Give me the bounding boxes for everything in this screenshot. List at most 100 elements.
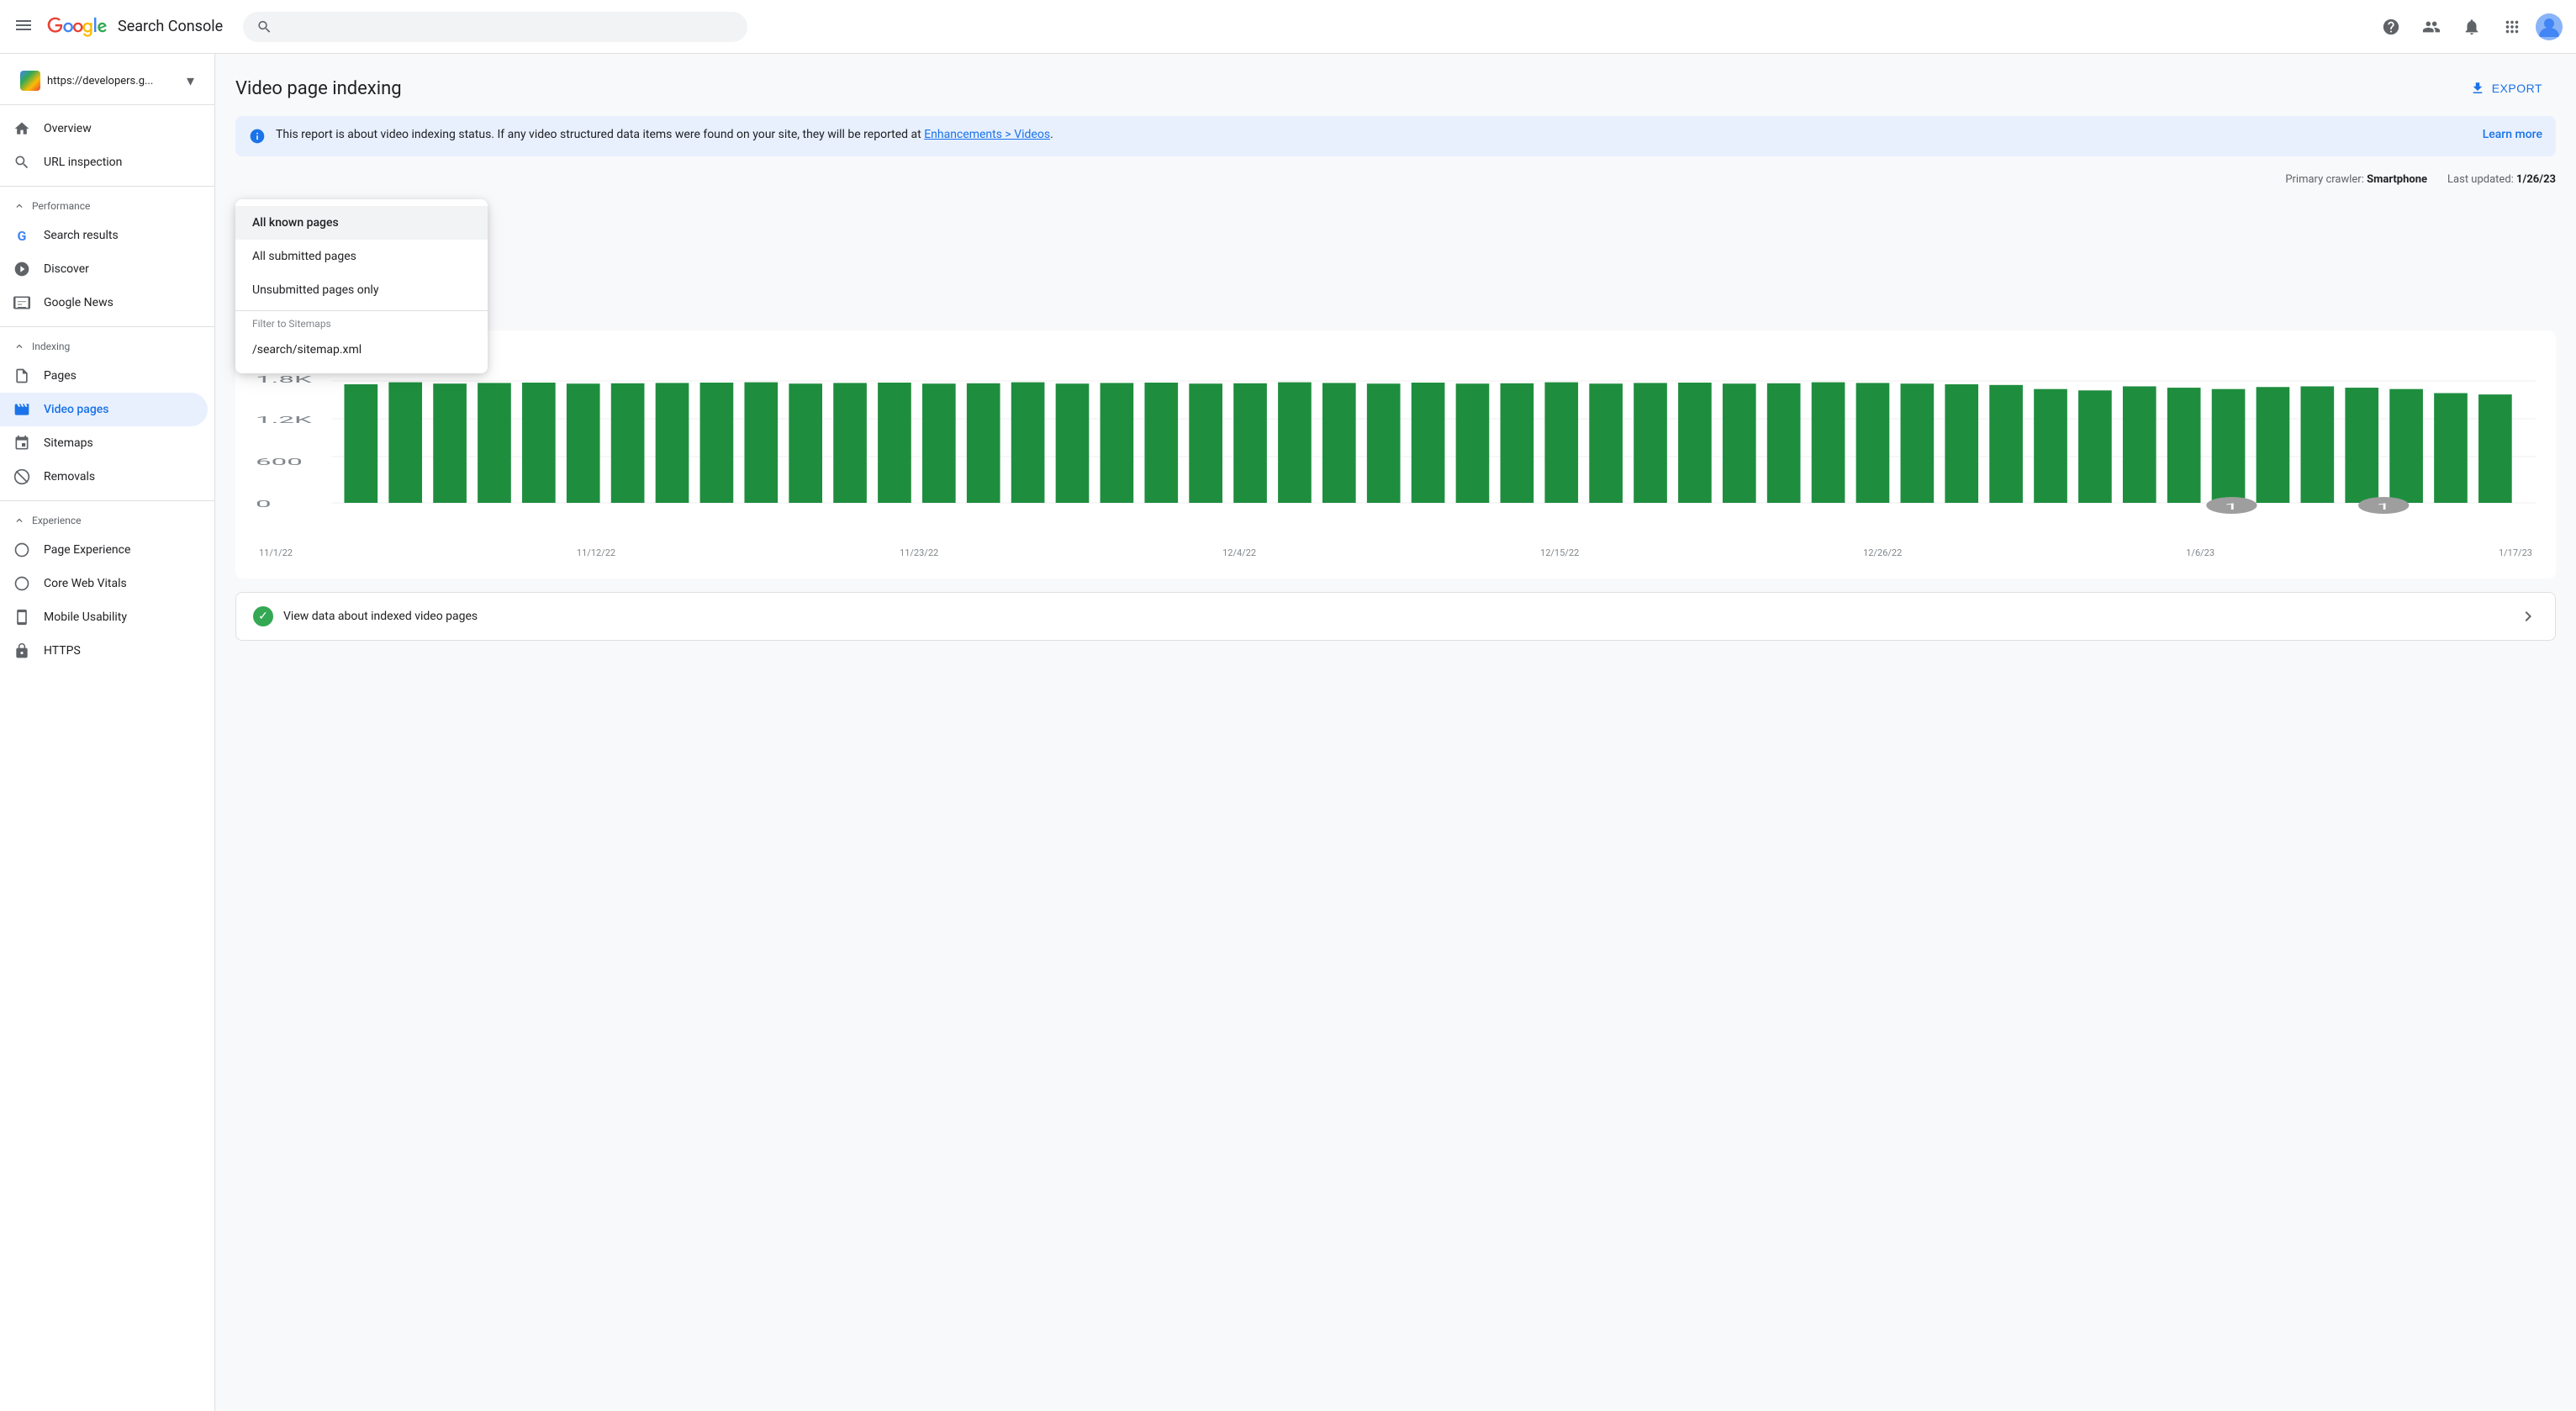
sidebar-item-video-pages[interactable]: Video pages	[0, 393, 208, 426]
sidebar-label-removals: Removals	[44, 470, 95, 484]
property-text: https://developers.g...	[47, 75, 180, 87]
menu-icon[interactable]	[13, 15, 34, 39]
sidebar-label-overview: Overview	[44, 122, 92, 135]
sidebar-label-video-pages: Video pages	[44, 403, 108, 416]
https-icon	[13, 642, 30, 659]
notifications-button[interactable]	[2455, 10, 2489, 44]
x-label-4: 12/15/22	[1540, 547, 1579, 558]
info-banner: This report is about video indexing stat…	[235, 116, 2556, 156]
dropdown-option-all-known[interactable]: All known pages	[235, 206, 488, 240]
chart-area: 1.8K 1.2K 600 0 1 1	[256, 373, 2536, 544]
help-button[interactable]	[2374, 10, 2408, 44]
dropdown-option-all-submitted[interactable]: All submitted pages	[235, 240, 488, 273]
enhancements-link[interactable]: Enhancements > Videos	[924, 128, 1050, 141]
search-icon	[256, 18, 272, 35]
dropdown-option-sitemap-xml[interactable]: /search/sitemap.xml	[235, 333, 488, 367]
view-data-card[interactable]: ✓ View data about indexed video pages	[235, 592, 2556, 641]
sidebar-item-https[interactable]: HTTPS	[0, 634, 208, 668]
export-icon	[2470, 81, 2485, 96]
app-name: Search Console	[118, 18, 223, 35]
primary-crawler-value: Smartphone	[2367, 173, 2427, 186]
google-g-icon: G	[13, 227, 30, 244]
x-label-0: 11/1/22	[259, 547, 293, 558]
sidebar-label-google-news: Google News	[44, 296, 113, 309]
sitemaps-icon	[13, 435, 30, 452]
last-updated-label: Last updated: 1/26/23	[2447, 173, 2556, 186]
x-label-6: 1/6/23	[2186, 547, 2214, 558]
search-bar[interactable]	[243, 12, 747, 42]
svg-text:600: 600	[256, 457, 303, 468]
page-header: Video page indexing EXPORT	[235, 74, 2556, 103]
sidebar-section-performance-label: Performance	[32, 200, 90, 212]
sidebar-label-discover: Discover	[44, 262, 89, 276]
avatar[interactable]	[2536, 13, 2563, 40]
chart-x-axis: 11/1/22 11/12/22 11/23/22 12/4/22 12/15/…	[256, 547, 2536, 558]
sidebar-divider-top	[0, 104, 214, 105]
sidebar-section-indexing-label: Indexing	[32, 341, 70, 352]
dropdown-option-unsubmitted[interactable]: Unsubmitted pages only	[235, 273, 488, 307]
apps-button[interactable]	[2495, 10, 2529, 44]
sidebar-section-performance[interactable]: Performance	[0, 193, 214, 219]
stats-row: All known pages All submitted pages Unsu…	[235, 199, 2556, 310]
sidebar-label-https: HTTPS	[44, 644, 81, 658]
bar-chart: 1.8K 1.2K 600 0 1 1	[256, 373, 2536, 541]
pages-icon	[13, 367, 30, 384]
header-actions	[2374, 10, 2563, 44]
sidebar-label-core-web-vitals: Core Web Vitals	[44, 577, 127, 590]
page-title: Video page indexing	[235, 78, 402, 99]
sidebar-item-sitemaps[interactable]: Sitemaps	[0, 426, 208, 460]
core-web-vitals-icon	[13, 575, 30, 592]
sidebar-item-pages[interactable]: Pages	[0, 359, 208, 393]
sidebar-label-search-results: Search results	[44, 229, 119, 242]
video-pages-icon	[13, 401, 30, 418]
sidebar-item-discover[interactable]: Discover	[0, 252, 208, 286]
search-console-button[interactable]	[2415, 10, 2448, 44]
home-icon	[13, 120, 30, 137]
sidebar-label-page-experience: Page Experience	[44, 543, 130, 557]
sidebar-section-indexing[interactable]: Indexing	[0, 334, 214, 359]
x-label-3: 12/4/22	[1222, 547, 1256, 558]
sidebar-divider-perf	[0, 186, 214, 187]
sidebar-divider-indexing	[0, 326, 214, 327]
sidebar-section-experience-label: Experience	[32, 515, 82, 526]
removals-icon	[13, 468, 30, 485]
app-logo: Search Console	[47, 17, 223, 37]
info-icon	[249, 128, 266, 145]
sidebar-item-mobile-usability[interactable]: Mobile Usability	[0, 600, 208, 634]
primary-crawler-label: Primary crawler: Smartphone	[2285, 173, 2427, 186]
sidebar-item-core-web-vitals[interactable]: Core Web Vitals	[0, 567, 208, 600]
view-data-checkmark: ✓	[253, 606, 273, 626]
sidebar-item-google-news[interactable]: Google News	[0, 286, 208, 320]
chart-y-label: Video pages	[256, 351, 2536, 362]
search-nav-icon	[13, 154, 30, 171]
svg-text:0: 0	[256, 499, 272, 510]
discover-icon	[13, 261, 30, 277]
svg-text:1.2K: 1.2K	[256, 415, 312, 425]
sidebar-label-pages: Pages	[44, 369, 77, 383]
svg-text:1: 1	[2377, 502, 2391, 512]
sidebar-label-mobile-usability: Mobile Usability	[44, 610, 127, 624]
sidebar-section-experience[interactable]: Experience	[0, 508, 214, 533]
filter-sitemaps-label: Filter to Sitemaps	[235, 310, 488, 333]
learn-more-link[interactable]: Learn more	[2469, 128, 2542, 141]
page-experience-icon	[13, 542, 30, 558]
meta-row: Primary crawler: Smartphone Last updated…	[235, 173, 2556, 186]
x-label-1: 11/12/22	[577, 547, 615, 558]
property-selector[interactable]: https://developers.g... ▾	[7, 64, 208, 98]
sidebar-item-search-results[interactable]: G Search results	[0, 219, 208, 252]
sidebar-item-removals[interactable]: Removals	[0, 460, 208, 494]
sidebar-item-url-inspection[interactable]: URL inspection	[0, 145, 208, 179]
sidebar-item-overview[interactable]: Overview	[0, 112, 208, 145]
dropdown-menu[interactable]: All known pages All submitted pages Unsu…	[235, 199, 488, 373]
search-input[interactable]	[279, 20, 734, 34]
sidebar-label-url-inspection: URL inspection	[44, 156, 122, 169]
mobile-usability-icon	[13, 609, 30, 626]
property-dropdown-icon: ▾	[187, 72, 194, 90]
x-label-5: 12/26/22	[1863, 547, 1902, 558]
main-content: Video page indexing EXPORT This report i…	[215, 54, 2576, 1411]
property-icon	[20, 71, 40, 91]
export-button[interactable]: EXPORT	[2457, 74, 2556, 103]
svg-text:1.8K: 1.8K	[256, 374, 312, 385]
sidebar-item-page-experience[interactable]: Page Experience	[0, 533, 208, 567]
sidebar-divider-experience	[0, 500, 214, 501]
